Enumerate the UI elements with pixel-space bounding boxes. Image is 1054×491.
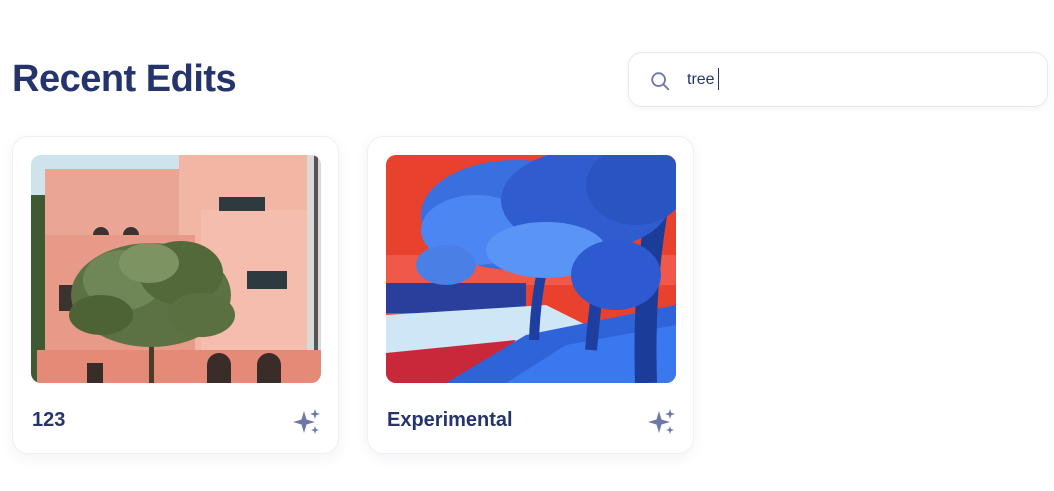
edit-card[interactable]: 123 bbox=[12, 136, 339, 454]
edit-name: Experimental bbox=[387, 409, 513, 431]
inverted-trees-image bbox=[386, 155, 676, 383]
page-title: Recent Edits bbox=[12, 58, 237, 100]
pink-building-image bbox=[31, 155, 321, 383]
search-box[interactable] bbox=[628, 52, 1048, 107]
edit-thumbnail[interactable] bbox=[386, 155, 676, 383]
edit-card[interactable]: Experimental bbox=[367, 136, 694, 454]
search-icon bbox=[651, 72, 670, 91]
recent-edits-page: Recent Edits tree 123 Experimental bbox=[0, 0, 1054, 491]
edit-thumbnail[interactable] bbox=[31, 155, 321, 383]
edit-name: 123 bbox=[32, 409, 66, 431]
text-caret bbox=[718, 68, 719, 90]
sparkle-icon[interactable] bbox=[647, 407, 677, 437]
search-input[interactable] bbox=[687, 65, 1027, 95]
sparkle-icon[interactable] bbox=[292, 407, 322, 437]
